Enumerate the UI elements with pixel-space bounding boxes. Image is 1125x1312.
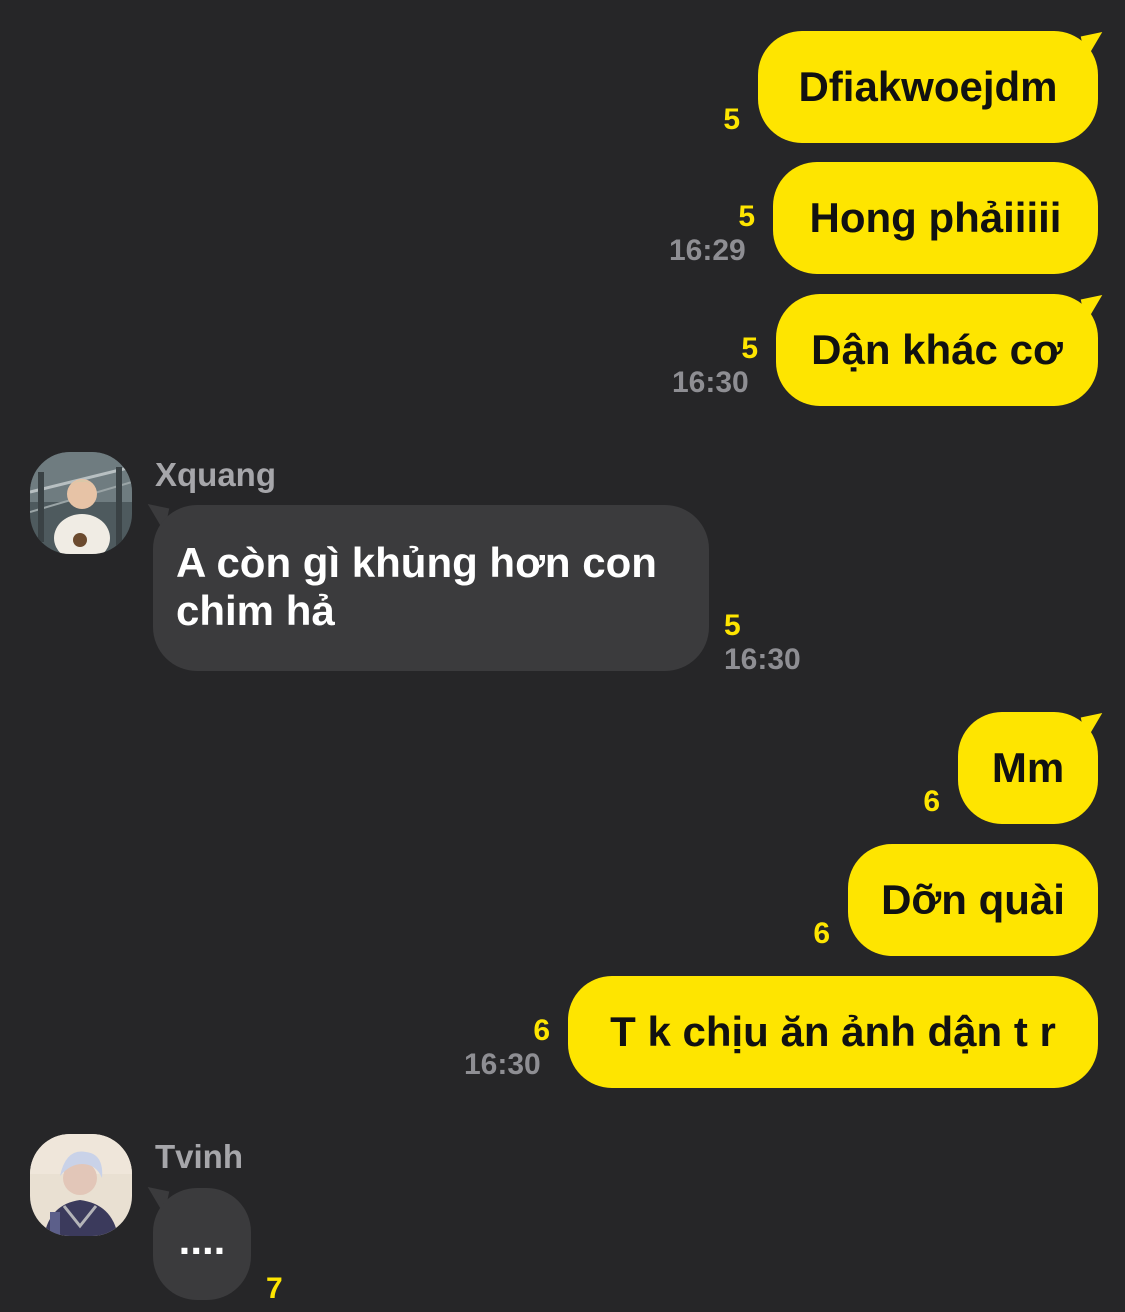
outgoing-message-bubble[interactable]: Dận khác cơ: [776, 294, 1098, 406]
timestamp: 16:29: [669, 234, 746, 267]
message-text: T k chịu ăn ảnh dận t r: [610, 1008, 1056, 1055]
message-text: Dỡn quài: [881, 876, 1065, 923]
message-text: Mm: [991, 744, 1065, 791]
message-text: Dận khác cơ: [811, 326, 1063, 373]
outgoing-message-bubble[interactable]: T k chịu ăn ảnh dận t r: [568, 976, 1098, 1088]
message-line: A còn gì khủng hơn con: [176, 539, 657, 586]
unread-count: 5: [723, 103, 740, 136]
outgoing-message-bubble[interactable]: Dfiakwoejdm: [758, 31, 1098, 143]
sender-name: Tvinh: [155, 1138, 243, 1175]
outgoing-message-bubble[interactable]: Dỡn quài: [848, 844, 1098, 956]
timestamp: 16:30: [672, 366, 749, 399]
outgoing-message-bubble[interactable]: Hong phảiiiii: [773, 162, 1098, 274]
sender-name: Xquang: [155, 456, 276, 493]
message-line: chim hả: [176, 587, 335, 634]
chat-room: Dfiakwoejdm 5 Hong phảiiiii 5 16:29 Dận …: [0, 0, 1125, 1312]
unread-count: 5: [741, 332, 758, 365]
xquang-avatar[interactable]: [30, 452, 132, 554]
message-text: Hong phảiiiii: [809, 194, 1062, 241]
unread-count: 6: [813, 917, 830, 950]
unread-count: 5: [724, 609, 741, 642]
message-text: Dfiakwoejdm: [798, 63, 1058, 110]
incoming-message-bubble[interactable]: ....: [153, 1188, 251, 1300]
unread-count: 5: [738, 200, 755, 233]
unread-count: 7: [266, 1272, 283, 1305]
unread-count: 6: [923, 785, 940, 818]
message-text: ....: [178, 1216, 226, 1263]
timestamp: 16:30: [724, 643, 801, 676]
outgoing-message-bubble[interactable]: Mm: [958, 712, 1098, 824]
incoming-message-bubble[interactable]: A còn gì khủng hơn con chim hả: [153, 505, 709, 671]
unread-count: 6: [533, 1014, 550, 1047]
tvinh-avatar[interactable]: [30, 1134, 132, 1236]
timestamp: 16:30: [464, 1048, 541, 1081]
